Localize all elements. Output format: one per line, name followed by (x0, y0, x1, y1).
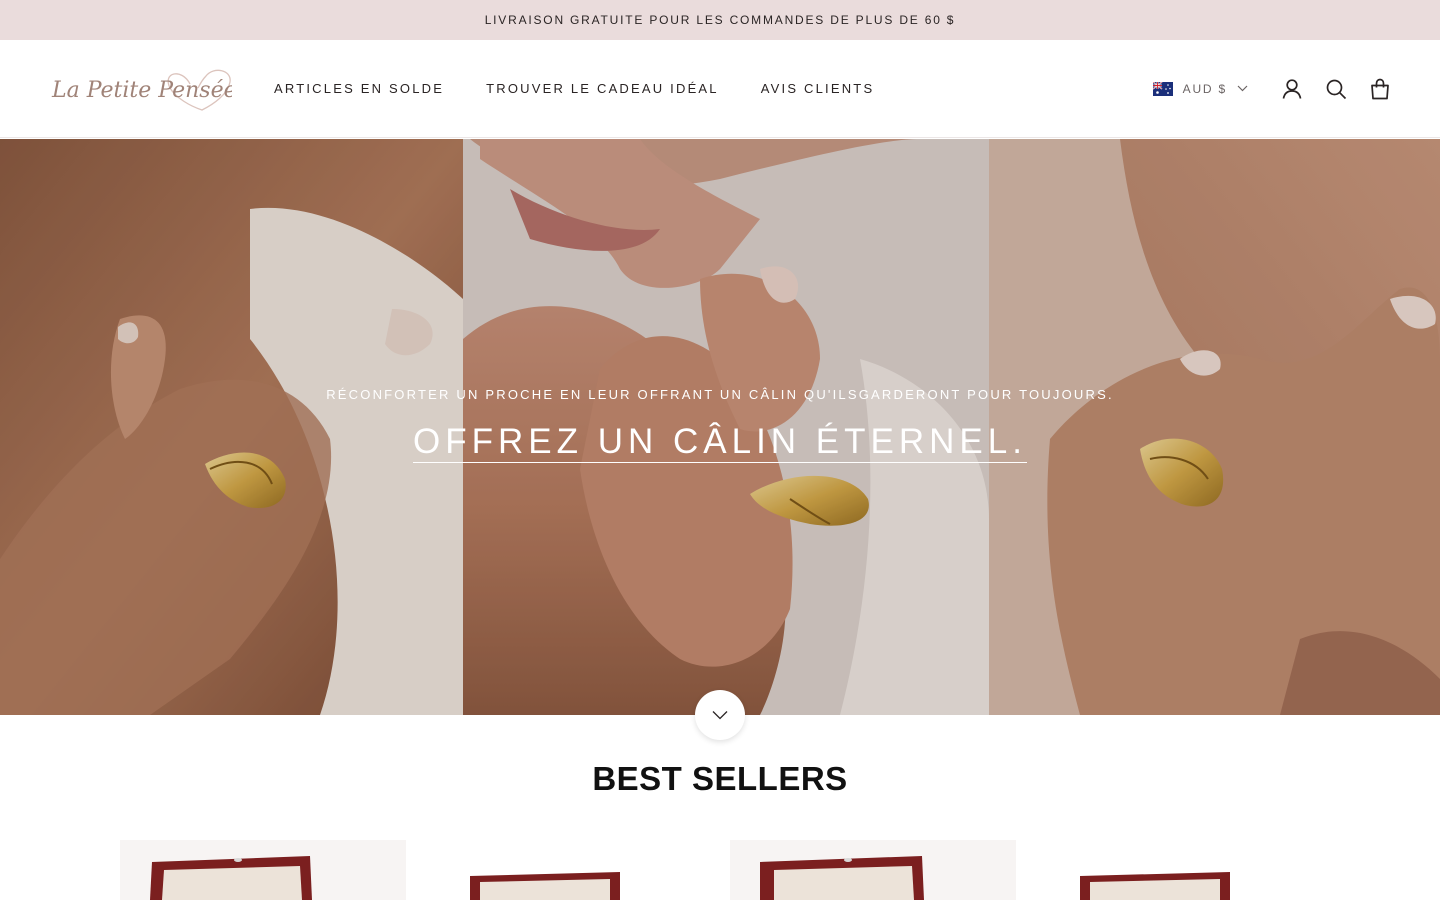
hero-title-link[interactable]: OFFREZ UN CÂLIN ÉTERNEL. (413, 422, 1027, 463)
product-card[interactable] (120, 840, 406, 900)
australia-flag-icon (1152, 81, 1173, 96)
logo-text: La Petite Pensée (51, 78, 232, 103)
product-image (1040, 840, 1326, 900)
search-icon (1326, 79, 1347, 99)
announcement-bar: LIVRAISON GRATUITE POUR LES COMMANDES DE… (0, 0, 1440, 40)
main-nav: ARTICLES EN SOLDE TROUVER LE CADEAU IDÉA… (274, 81, 874, 96)
account-button[interactable] (1280, 77, 1304, 101)
best-sellers-title: BEST SELLERS (592, 760, 848, 797)
chevron-down-icon (1237, 85, 1248, 92)
cart-button[interactable] (1368, 77, 1392, 101)
hero-banner: RÉCONFORTER UN PROCHE EN LEUR OFFRANT UN… (0, 139, 1440, 715)
search-button[interactable] (1324, 77, 1348, 101)
account-icon (1282, 78, 1302, 99)
scroll-down-button[interactable] (695, 690, 745, 740)
site-header: La Petite Pensée ARTICLES EN SOLDE TROUV… (0, 40, 1440, 138)
logo[interactable]: La Petite Pensée (50, 64, 232, 114)
product-image (730, 840, 1016, 900)
chevron-down-icon (712, 711, 728, 720)
cart-icon (1371, 78, 1389, 99)
currency-selector[interactable]: AUD $ (1152, 81, 1248, 96)
product-card[interactable] (1040, 840, 1326, 900)
nav-item-gift-finder[interactable]: TROUVER LE CADEAU IDÉAL (486, 81, 719, 96)
product-image (120, 840, 406, 900)
nav-item-reviews[interactable]: AVIS CLIENTS (761, 81, 875, 96)
product-image (430, 840, 716, 900)
hero-subtitle: RÉCONFORTER UN PROCHE EN LEUR OFFRANT UN… (326, 387, 1114, 402)
product-card[interactable] (730, 840, 1016, 900)
header-actions: AUD $ (1152, 77, 1392, 101)
announcement-text: LIVRAISON GRATUITE POUR LES COMMANDES DE… (484, 13, 956, 27)
product-card[interactable] (430, 840, 716, 900)
nav-item-sale[interactable]: ARTICLES EN SOLDE (274, 81, 444, 96)
hero-content: RÉCONFORTER UN PROCHE EN LEUR OFFRANT UN… (0, 387, 1440, 463)
product-grid (0, 840, 1440, 900)
currency-label: AUD $ (1182, 81, 1227, 96)
